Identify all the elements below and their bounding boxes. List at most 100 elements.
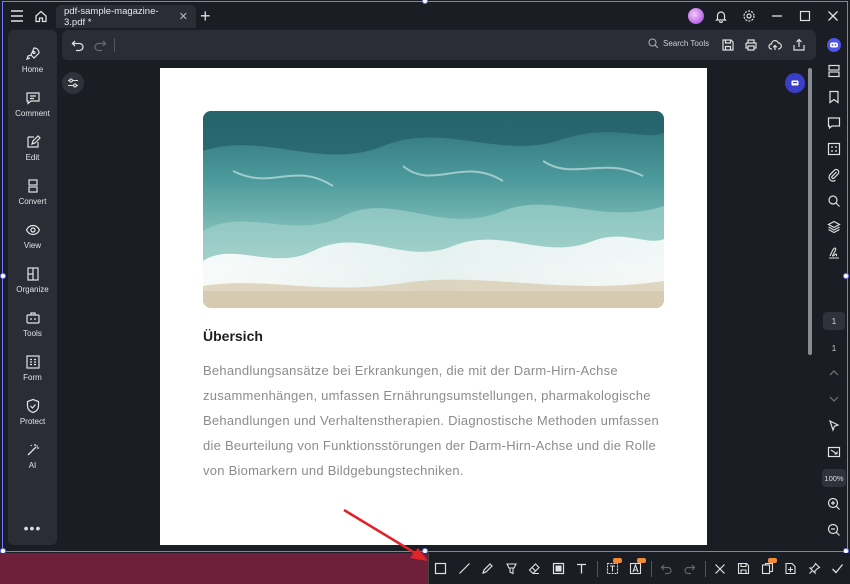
image-tool-icon[interactable] [547,553,571,584]
resize-handle-right[interactable] [843,273,849,279]
highlighter-tool-icon[interactable] [500,553,524,584]
sidebar-item-ai[interactable]: AI [8,436,57,476]
redo-annotation-icon[interactable] [678,553,702,584]
sidebar-item-label: AI [28,461,37,470]
save-annotation-icon[interactable] [732,553,756,584]
section-paragraph: Behandlungsansätze bei Erkrankungen, die… [203,363,659,478]
redo-icon[interactable] [93,38,107,52]
signature-icon[interactable] [825,244,843,262]
undo-annotation-icon[interactable] [655,553,679,584]
cloud-upload-icon[interactable] [768,38,782,52]
ai-assistant-icon[interactable] [785,73,805,93]
title-bar: pdf-sample-magazine-3.pdf * ✕ + [0,0,850,32]
tab-title: pdf-sample-magazine-3.pdf * [64,5,159,28]
toolbar-divider [114,38,115,52]
sidebar-item-home[interactable]: Home [8,40,57,80]
add-page-icon[interactable] [779,553,803,584]
pro-badge [768,558,777,563]
home-icon[interactable] [30,5,52,27]
sidebar-item-label: Home [21,65,44,74]
more-options-button[interactable]: ••• [8,520,57,536]
sidebar-item-label: Edit [25,153,40,162]
thumbnails-icon[interactable] [825,62,843,80]
sidebar-item-comment[interactable]: Comment [8,84,57,124]
pro-badge [636,558,646,563]
attachment-icon[interactable] [825,166,843,184]
search-icon [648,38,659,49]
layers-icon[interactable] [825,218,843,236]
close-toolbar-icon[interactable] [709,553,733,584]
line-tool-icon[interactable] [453,553,477,584]
form-fields-icon[interactable] [825,140,843,158]
form-icon [25,355,40,369]
zoom-in-icon[interactable] [825,495,843,513]
sidebar-item-view[interactable]: View [8,216,57,256]
sidebar-item-form[interactable]: Form [8,348,57,388]
document-tab[interactable]: pdf-sample-magazine-3.pdf * ✕ [56,5,196,28]
search-tools-input[interactable]: Search Tools [648,38,709,49]
share-icon[interactable] [792,38,806,52]
sidebar-item-label: Protect [19,417,46,426]
convert-icon [27,179,38,193]
sidebar-item-label: Comment [15,109,50,118]
sidebar-item-label: Convert [18,197,47,206]
sliders-icon[interactable] [62,72,84,94]
eraser-tool-icon[interactable] [523,553,547,584]
pencil-tool-icon[interactable] [476,553,500,584]
current-page-field[interactable]: 1 [823,312,845,330]
hamburger-menu-icon[interactable] [6,5,28,27]
textbox-tool-icon[interactable] [601,553,625,584]
bookmark-icon[interactable] [825,88,843,106]
rectangle-tool-icon[interactable] [429,553,453,584]
sidebar-item-edit[interactable]: Edit [8,128,57,168]
zoom-out-icon[interactable] [825,521,843,539]
top-toolbar: Search Tools [62,30,816,60]
pdf-page: Übersich Behandlungsansätze bei Erkranku… [160,68,707,545]
sidebar-item-organize[interactable]: Organize [8,260,57,300]
search-label: Search Tools [663,39,710,48]
copy-page-icon[interactable] [756,553,780,584]
close-window-icon[interactable] [822,5,844,27]
pin-icon[interactable] [803,553,827,584]
sidebar-item-convert[interactable]: Convert [8,172,57,212]
minimize-icon[interactable] [766,5,788,27]
page-down-icon[interactable] [825,390,843,408]
ocr-tool-icon[interactable] [624,553,648,584]
vertical-scrollbar[interactable] [808,68,812,355]
search-panel-icon[interactable] [825,192,843,210]
pro-badge [613,558,622,563]
resize-handle-left[interactable] [0,273,6,279]
magic-wand-icon [27,444,39,456]
sidebar-item-label: View [23,241,42,250]
gear-icon[interactable] [738,5,760,27]
avatar[interactable] [688,8,704,24]
sidebar-item-tools[interactable]: Tools [8,304,57,344]
select-cursor-icon[interactable] [825,417,843,435]
organize-icon [26,267,39,281]
section-heading: Übersich [203,328,263,344]
toolbox-icon [25,312,40,324]
save-icon[interactable] [721,38,735,52]
rocket-icon [25,47,40,60]
tab-close-icon[interactable]: ✕ [179,10,188,23]
toolbar-divider [650,560,652,577]
total-pages: 1 [831,344,837,353]
print-icon[interactable] [744,38,758,52]
fit-page-icon[interactable] [825,443,843,461]
new-tab-button[interactable]: + [200,6,211,27]
shield-icon [26,398,39,414]
undo-icon[interactable] [71,38,85,52]
zoom-level[interactable]: 100% [822,469,846,487]
toolbar-divider [704,560,706,577]
sidebar-item-label: Organize [16,285,49,294]
text-tool-icon[interactable] [570,553,594,584]
page-up-icon[interactable] [825,364,843,382]
comments-panel-icon[interactable] [825,114,843,132]
bell-icon[interactable] [710,5,732,27]
maximize-icon[interactable] [794,5,816,27]
sidebar-item-protect[interactable]: Protect [8,392,57,432]
sidebar-item-label: Form [23,373,42,382]
ai-chat-icon[interactable] [825,36,843,54]
right-rail: 1 1 100% [820,32,850,552]
confirm-checkmark-icon[interactable] [826,553,850,584]
